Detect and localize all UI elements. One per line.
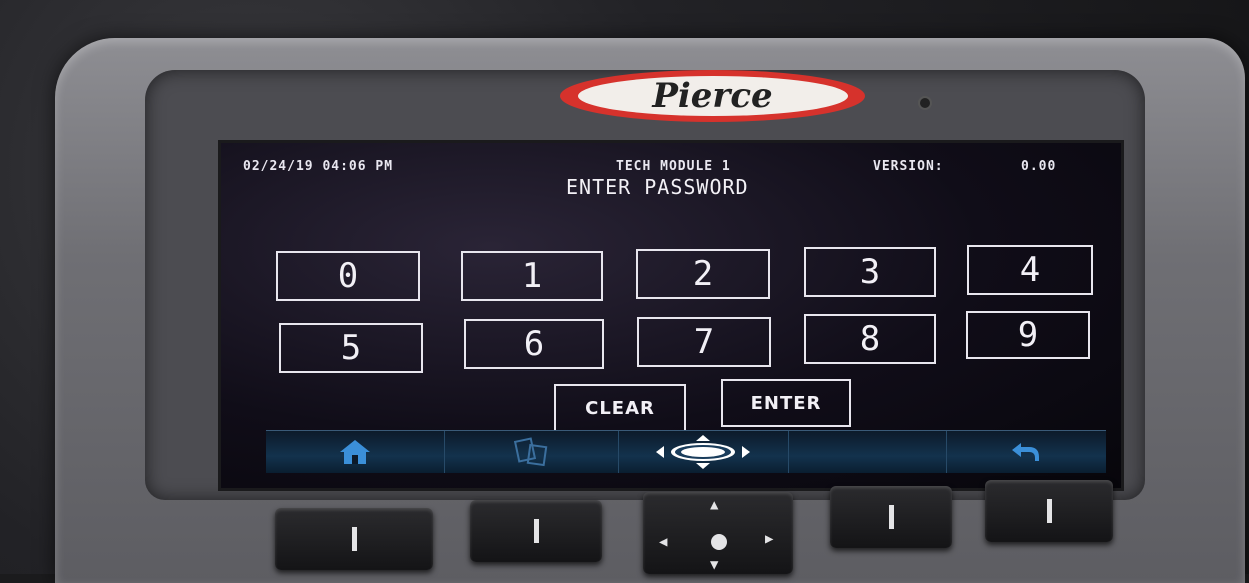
page-title: ENTER PASSWORD	[566, 175, 749, 199]
hardware-button-3[interactable]	[830, 486, 952, 548]
back-arrow-icon	[1012, 443, 1039, 461]
version-label: VERSION:	[873, 159, 944, 174]
dpad-up-icon[interactable]: ▲	[710, 498, 718, 512]
softkey-pierce-nav[interactable]	[618, 431, 789, 473]
datetime-readout: 02/24/19 04:06 PM	[243, 159, 394, 174]
dpad-down-icon[interactable]: ▼	[710, 558, 718, 572]
key-8[interactable]: 8	[804, 314, 936, 364]
dpad-center-button[interactable]	[711, 534, 727, 550]
key-9[interactable]: 9	[966, 311, 1090, 359]
enter-button[interactable]: ENTER	[721, 379, 851, 427]
dpad-right-icon[interactable]: ▶	[765, 532, 773, 546]
softkey-bar	[266, 430, 1106, 473]
hardware-button-1[interactable]	[275, 508, 433, 570]
pages-icon	[513, 437, 548, 467]
button-marker	[533, 519, 539, 543]
key-0[interactable]: 0	[276, 251, 420, 301]
key-3[interactable]: 3	[804, 247, 936, 297]
softkey-pages[interactable]	[444, 431, 619, 473]
button-marker	[1046, 499, 1052, 523]
pierce-nav-icon	[656, 435, 750, 469]
version-value: 0.00	[1021, 159, 1057, 174]
button-marker	[888, 505, 894, 529]
light-sensor	[920, 98, 930, 108]
button-marker	[351, 527, 357, 551]
touch-screen: 02/24/19 04:06 PM TECH MODULE 1 VERSION:…	[218, 140, 1124, 491]
key-4[interactable]: 4	[967, 245, 1093, 295]
softkey-blank[interactable]	[788, 431, 947, 473]
pierce-logo: Pierce	[560, 70, 865, 122]
dpad-left-icon[interactable]: ◀	[659, 535, 667, 549]
key-7[interactable]: 7	[637, 317, 771, 367]
key-2[interactable]: 2	[636, 249, 770, 299]
hardware-button-2[interactable]	[470, 500, 602, 562]
softkey-back[interactable]	[946, 431, 1106, 473]
softkey-home[interactable]	[266, 431, 445, 473]
clear-button[interactable]: CLEAR	[554, 384, 686, 432]
key-1[interactable]: 1	[461, 251, 603, 301]
directional-pad: ▲ ▼ ◀ ▶	[643, 492, 793, 574]
logo-text: Pierce	[577, 76, 848, 116]
hardware-button-4[interactable]	[985, 480, 1113, 542]
home-icon	[340, 440, 370, 464]
module-label: TECH MODULE 1	[616, 159, 731, 174]
key-5[interactable]: 5	[279, 323, 423, 373]
key-6[interactable]: 6	[464, 319, 604, 369]
